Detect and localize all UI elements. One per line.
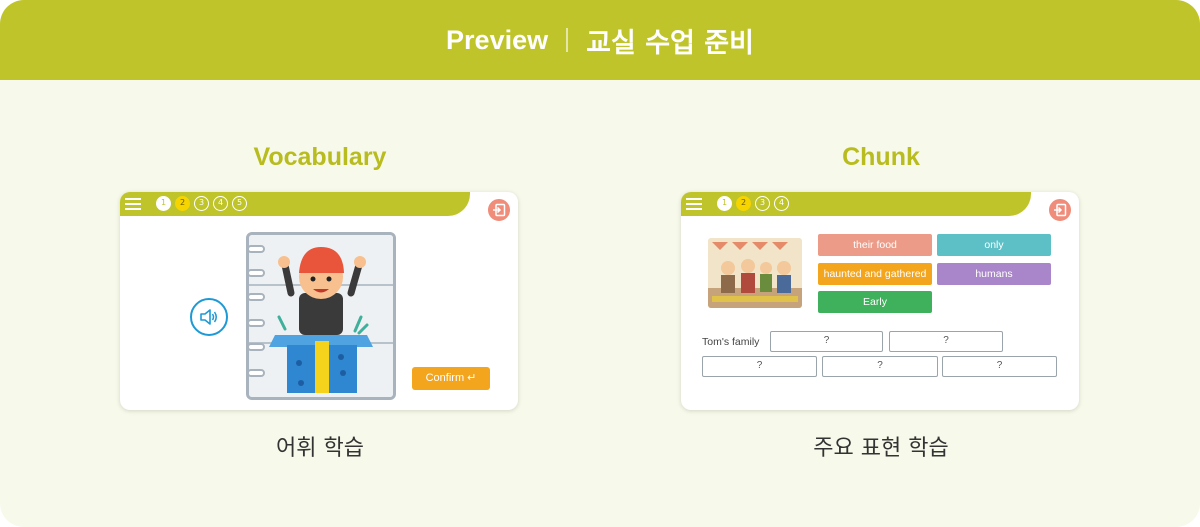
menu-icon[interactable]	[686, 198, 702, 210]
word-chip[interactable]: only	[937, 234, 1051, 256]
chunk-caption: 주요 표현 학습	[813, 436, 949, 461]
header-title: Preview	[446, 24, 549, 55]
step-indicator: 1 2 3 4	[717, 196, 789, 211]
lesson-top-bar: 1 2 3 4 5	[120, 192, 470, 216]
sentence-start-label: Tom's family	[702, 336, 760, 348]
ring	[249, 245, 265, 253]
word-chip[interactable]: haunted and gathered	[818, 263, 932, 285]
confirm-button[interactable]: Confirm ↵	[412, 367, 490, 390]
ring	[249, 369, 265, 377]
lesson-top-bar: 1 2 3 4	[681, 192, 1031, 216]
ring	[249, 269, 265, 277]
preview-page: Preview 교실 수업 준비 Vocabulary 1 2 3 4 5 Co…	[0, 0, 1200, 527]
ring	[249, 293, 265, 301]
chunk-title: Chunk	[842, 143, 920, 171]
vocabulary-title: Vocabulary	[253, 143, 387, 171]
boy-in-gift-box-illustration	[249, 235, 393, 397]
speaker-icon[interactable]	[190, 298, 228, 336]
word-chip[interactable]: Early	[818, 291, 932, 313]
answer-blank[interactable]: ?	[822, 356, 938, 377]
exit-icon[interactable]	[486, 197, 512, 223]
answer-blank[interactable]: ?	[889, 331, 1003, 352]
chunk-screenshot[interactable]: 1 2 3 4 their food only haunted and gath…	[681, 192, 1079, 410]
menu-icon[interactable]	[125, 198, 141, 210]
step-4[interactable]: 4	[774, 196, 789, 211]
step-indicator: 1 2 3 4 5	[156, 196, 247, 211]
step-1[interactable]: 1	[717, 196, 732, 211]
flashcard-notebook	[246, 232, 396, 400]
header-divider	[566, 28, 569, 52]
step-5[interactable]: 5	[232, 196, 247, 211]
ring	[249, 343, 265, 351]
vocabulary-caption: 어휘 학습	[276, 436, 364, 461]
step-4[interactable]: 4	[213, 196, 228, 211]
step-3[interactable]: 3	[194, 196, 209, 211]
answer-blank[interactable]: ?	[702, 356, 817, 377]
ring	[249, 319, 265, 327]
step-1[interactable]: 1	[156, 196, 171, 211]
chunk-section: Chunk 1 2 3 4 their food only haunted an…	[681, 138, 1081, 464]
exit-icon[interactable]	[1047, 197, 1073, 223]
step-2-current[interactable]: 2	[736, 196, 751, 211]
word-chip[interactable]: humans	[937, 263, 1051, 285]
family-scene-image	[708, 238, 802, 308]
header-bar: Preview 교실 수업 준비	[0, 0, 1200, 80]
vocabulary-section: Vocabulary 1 2 3 4 5 Confirm ↵ 어휘 학습	[120, 138, 520, 464]
step-2-current[interactable]: 2	[175, 196, 190, 211]
vocabulary-screenshot[interactable]: 1 2 3 4 5 Confirm ↵	[120, 192, 518, 410]
answer-blank[interactable]: ?	[770, 331, 883, 352]
header-subtitle: 교실 수업 준비	[586, 27, 754, 59]
step-3[interactable]: 3	[755, 196, 770, 211]
answer-blank[interactable]: ?	[942, 356, 1057, 377]
word-chip[interactable]: their food	[818, 234, 932, 256]
